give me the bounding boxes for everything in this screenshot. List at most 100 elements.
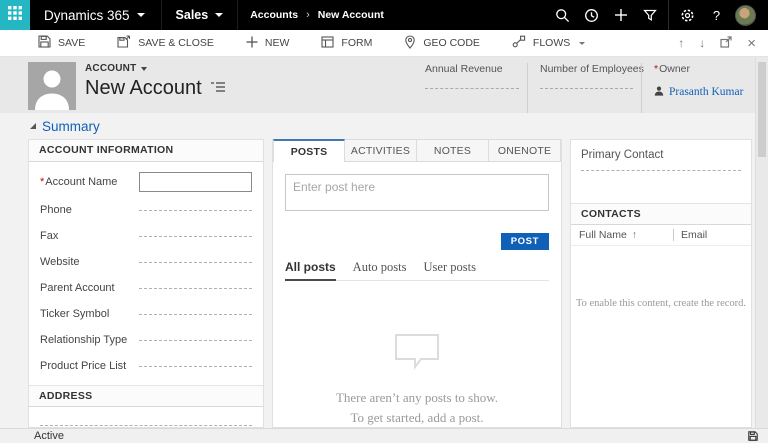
dynamics-365-window: Dynamics 365 Sales Accounts › New Accoun…: [0, 0, 768, 443]
column-divider: [673, 229, 674, 241]
field-value-placeholder[interactable]: [139, 287, 252, 289]
tab-activities[interactable]: ACTIVITIES: [345, 139, 417, 162]
subtab-auto-posts[interactable]: Auto posts: [353, 260, 407, 280]
field-value-placeholder[interactable]: [139, 235, 252, 237]
app-name: Dynamics 365: [44, 8, 130, 23]
quick-create-plus-icon[interactable]: [606, 0, 635, 30]
save-and-close-button[interactable]: SAVE & CLOSE: [101, 30, 230, 56]
field-account-name: *Account Name: [40, 167, 252, 197]
new-button[interactable]: NEW: [230, 30, 306, 56]
form-button[interactable]: FORM: [305, 30, 388, 56]
post-composer-input[interactable]: [285, 174, 549, 211]
save-close-icon: [117, 35, 131, 51]
required-marker: *: [40, 176, 44, 188]
breadcrumb-separator: ›: [306, 9, 310, 21]
command-bar-controls: ↑ ↓ ×: [678, 36, 768, 51]
close-icon[interactable]: ×: [747, 36, 756, 51]
filter-icon[interactable]: [635, 0, 664, 30]
header-field-number-of-employees: Number of Employees: [527, 63, 641, 113]
help-icon[interactable]: ?: [702, 0, 731, 30]
collapse-triangle-icon[interactable]: [30, 123, 36, 129]
field-value-placeholder[interactable]: [40, 424, 252, 426]
recent-items-icon[interactable]: [577, 0, 606, 30]
save-icon: [38, 35, 51, 51]
sort-ascending-icon: ↑: [632, 229, 637, 241]
field-relationship-type: Relationship Type: [40, 327, 252, 353]
user-avatar[interactable]: [731, 0, 760, 30]
vertical-scrollbar[interactable]: [755, 57, 768, 428]
pop-out-icon[interactable]: [720, 36, 732, 50]
owner-link[interactable]: Prasanth Kumar: [669, 86, 743, 98]
new-label: NEW: [265, 37, 290, 49]
posts-empty-text: There aren’t any posts to show. To get s…: [285, 388, 549, 428]
header-field-annual-revenue: Annual Revenue: [413, 63, 527, 113]
area-switcher-sales[interactable]: Sales: [161, 0, 239, 30]
header-field-owner: *Owner Prasanth Kumar: [641, 63, 755, 113]
field-label: Website: [40, 256, 139, 268]
chevron-down-icon: [215, 13, 223, 17]
search-icon[interactable]: [548, 0, 577, 30]
subtab-all-posts[interactable]: All posts: [285, 260, 336, 281]
account-name-input[interactable]: [139, 172, 252, 192]
field-fax: Fax: [40, 223, 252, 249]
social-pane-tabs: POSTS ACTIVITIES NOTES ONENOTE: [273, 139, 561, 162]
field-product-price-list: Product Price List: [40, 353, 252, 379]
field-primary-contact: Primary Contact: [571, 140, 751, 171]
scroll-down-icon[interactable]: ↓: [699, 37, 705, 49]
entity-type-selector[interactable]: ACCOUNT: [85, 63, 225, 74]
form-selector-icon[interactable]: [211, 80, 225, 98]
scrollbar-thumb[interactable]: [758, 62, 766, 157]
tab-onenote[interactable]: ONENOTE: [489, 139, 561, 162]
breadcrumb-current: New Account: [318, 9, 384, 21]
tab-notes[interactable]: NOTES: [417, 139, 489, 162]
tab-posts[interactable]: POSTS: [273, 139, 345, 162]
field-value-placeholder[interactable]: [139, 313, 252, 315]
column-email[interactable]: Email: [681, 229, 743, 241]
person-icon: [654, 83, 664, 101]
field-value-placeholder[interactable]: [139, 339, 252, 341]
column-full-name[interactable]: Full Name ↑: [579, 229, 673, 241]
app-launcher-button[interactable]: [0, 0, 30, 30]
field-label: *Account Name: [40, 176, 139, 188]
top-nav-bar: Dynamics 365 Sales Accounts › New Accoun…: [0, 0, 768, 30]
field-website: Website: [40, 249, 252, 275]
waffle-icon: [8, 6, 22, 25]
record-status: Active: [34, 430, 64, 442]
scroll-up-icon[interactable]: ↑: [678, 37, 684, 49]
breadcrumb: Accounts › New Account: [250, 9, 384, 21]
chevron-down-icon: [137, 13, 145, 17]
field-value-placeholder[interactable]: [139, 209, 252, 211]
flows-button[interactable]: FLOWS: [496, 30, 601, 56]
field-value-placeholder[interactable]: [139, 261, 252, 263]
field-value-placeholder[interactable]: [139, 365, 252, 367]
social-pane: POSTS ACTIVITIES NOTES ONENOTE POST All …: [272, 139, 562, 428]
subtab-user-posts[interactable]: User posts: [424, 260, 476, 280]
posts-filter-tabs: All posts Auto posts User posts: [285, 260, 549, 281]
field-parent-account: Parent Account: [40, 275, 252, 301]
contacts-title: CONTACTS: [571, 203, 751, 225]
form-icon: [321, 36, 334, 51]
settings-gear-icon[interactable]: [673, 0, 702, 30]
geo-code-label: GEO CODE: [423, 37, 480, 49]
account-avatar-placeholder[interactable]: [28, 62, 76, 110]
app-switcher[interactable]: Dynamics 365: [30, 0, 161, 30]
status-bar: Active: [0, 428, 768, 443]
summary-label[interactable]: Summary: [42, 119, 100, 134]
field-value-placeholder[interactable]: [425, 88, 519, 89]
nav-divider: [668, 0, 669, 30]
geo-code-button[interactable]: GEO CODE: [388, 30, 496, 56]
top-nav-actions: ?: [548, 0, 768, 30]
save-close-label: SAVE & CLOSE: [138, 37, 214, 49]
breadcrumb-accounts[interactable]: Accounts: [250, 9, 298, 21]
save-status-icon[interactable]: [748, 431, 758, 441]
account-information-title: ACCOUNT INFORMATION: [29, 140, 263, 162]
save-button[interactable]: SAVE: [22, 30, 101, 56]
field-label: Annual Revenue: [425, 63, 519, 75]
record-header: ACCOUNT New Account Annual Revenue Numbe…: [0, 57, 755, 113]
post-button[interactable]: POST: [501, 233, 549, 250]
area-name: Sales: [176, 8, 209, 22]
save-label: SAVE: [58, 37, 85, 49]
field-value-placeholder[interactable]: [581, 170, 741, 171]
field-label: Fax: [40, 230, 139, 242]
field-value-placeholder[interactable]: [540, 88, 633, 89]
